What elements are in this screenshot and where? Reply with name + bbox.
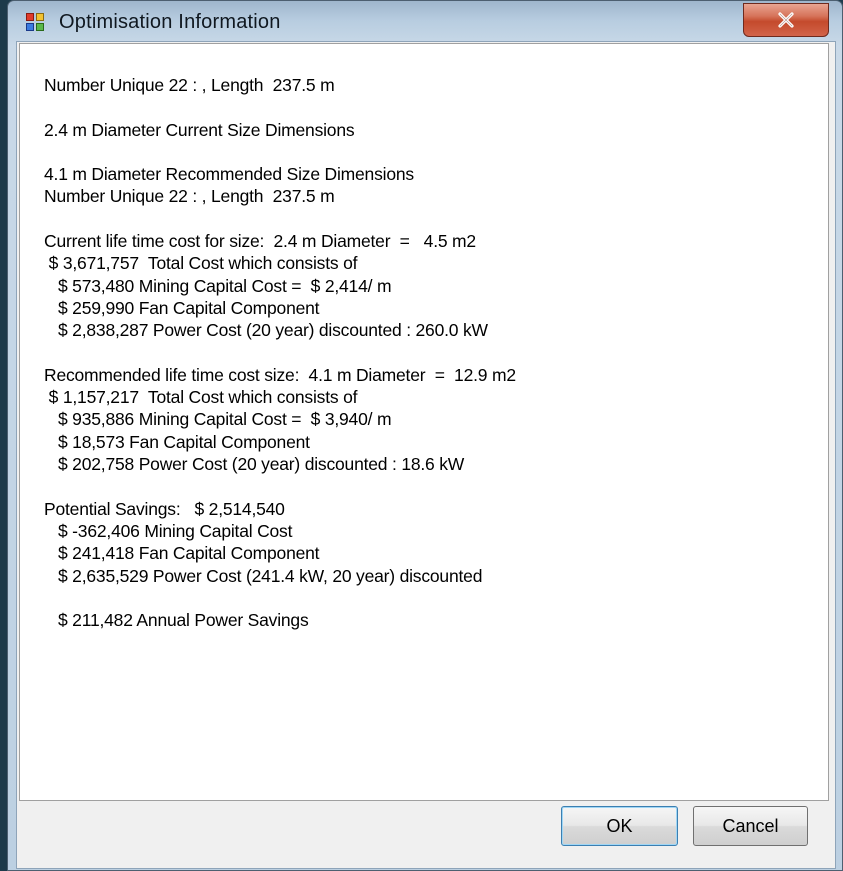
info-line: $ 259,990 Fan Capital Component xyxy=(44,297,320,318)
info-line: $ 241,418 Fan Capital Component xyxy=(44,543,320,564)
optimisation-information-dialog: Optimisation Information Number Unique 2… xyxy=(7,0,843,871)
window-title: Optimisation Information xyxy=(59,11,281,33)
form-icon xyxy=(26,13,44,31)
info-line: $ 573,480 Mining Capital Cost = $ 2,414/… xyxy=(44,275,392,296)
info-line: $ -362,406 Mining Capital Cost xyxy=(44,520,293,541)
info-line: Potential Savings: $ 2,514,540 xyxy=(44,498,285,519)
info-line: 2.4 m Diameter Current Size Dimensions xyxy=(44,119,355,140)
info-line: $ 935,886 Mining Capital Cost = $ 3,940/… xyxy=(44,409,392,430)
info-line: 4.1 m Diameter Recommended Size Dimensio… xyxy=(44,164,414,185)
info-line: Current life time cost for size: 2.4 m D… xyxy=(44,231,476,252)
info-line: Number Unique 22 : , Length 237.5 m xyxy=(44,75,335,95)
title-bar[interactable]: Optimisation Information xyxy=(8,1,842,41)
info-line: $ 202,758 Power Cost (20 year) discounte… xyxy=(44,454,465,475)
information-text: Number Unique 22 : , Length 237.5 m 2.4 m… xyxy=(44,74,818,631)
info-line: $ 2,838,287 Power Cost (20 year) discoun… xyxy=(44,320,488,341)
dialog-client-area: Number Unique 22 : , Length 237.5 m 2.4 m… xyxy=(16,41,836,869)
information-textbox[interactable]: Number Unique 22 : , Length 237.5 m 2.4 m… xyxy=(19,43,829,801)
cancel-button[interactable]: Cancel xyxy=(693,806,808,846)
info-line: $ 3,671,757 Total Cost which consists of xyxy=(44,253,358,274)
ok-button[interactable]: OK xyxy=(561,806,678,846)
info-line: $ 1,157,217 Total Cost which consists of xyxy=(44,387,358,408)
info-line: $ 2,635,529 Power Cost (241.4 kW, 20 yea… xyxy=(44,565,483,586)
info-line: $ 211,482 Annual Power Savings xyxy=(44,610,309,631)
close-icon xyxy=(777,12,795,28)
close-button[interactable] xyxy=(743,3,829,37)
info-line: $ 18,573 Fan Capital Component xyxy=(44,431,310,452)
info-line: Number Unique 22 : , Length 237.5 m xyxy=(44,186,335,207)
info-line: Recommended life time cost size: 4.1 m D… xyxy=(44,364,516,385)
